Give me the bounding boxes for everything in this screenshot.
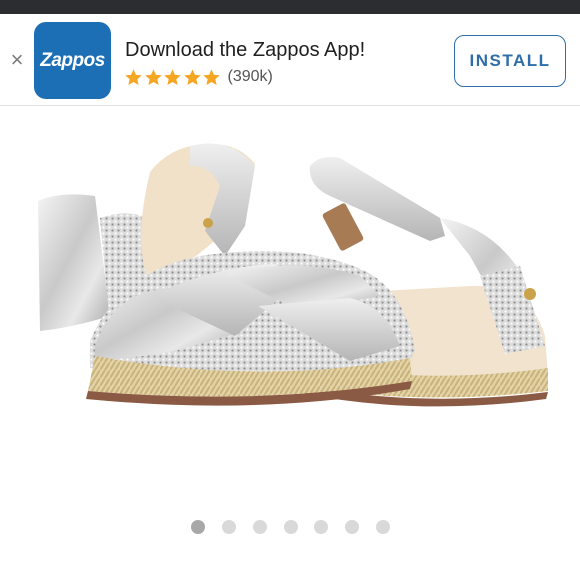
zappos-app-icon: Zappos bbox=[34, 22, 111, 99]
star-icon bbox=[203, 68, 220, 85]
carousel-dot[interactable] bbox=[191, 520, 205, 534]
app-install-banner: × Zappos Download the Zappos App! (390k)… bbox=[0, 14, 580, 106]
close-icon[interactable]: × bbox=[7, 49, 27, 71]
carousel-dot[interactable] bbox=[222, 520, 236, 534]
star-icon bbox=[164, 68, 181, 85]
carousel-dot[interactable] bbox=[314, 520, 328, 534]
star-icon bbox=[125, 68, 142, 85]
app-rating: (390k) bbox=[124, 66, 273, 88]
rating-count: (390k) bbox=[227, 68, 273, 85]
product-image[interactable] bbox=[0, 106, 580, 510]
status-bar bbox=[0, 0, 580, 14]
zappos-logo-text: Zappos bbox=[40, 49, 105, 71]
star-icon bbox=[183, 68, 201, 85]
carousel-dot[interactable] bbox=[284, 520, 298, 534]
carousel-dot[interactable] bbox=[376, 520, 390, 534]
carousel-dot[interactable] bbox=[253, 520, 267, 534]
banner-title: Download the Zappos App! bbox=[125, 39, 366, 61]
image-carousel-dots bbox=[0, 520, 580, 536]
star-icon bbox=[144, 68, 162, 85]
install-button[interactable]: INSTALL bbox=[454, 35, 566, 87]
carousel-dot[interactable] bbox=[345, 520, 359, 534]
